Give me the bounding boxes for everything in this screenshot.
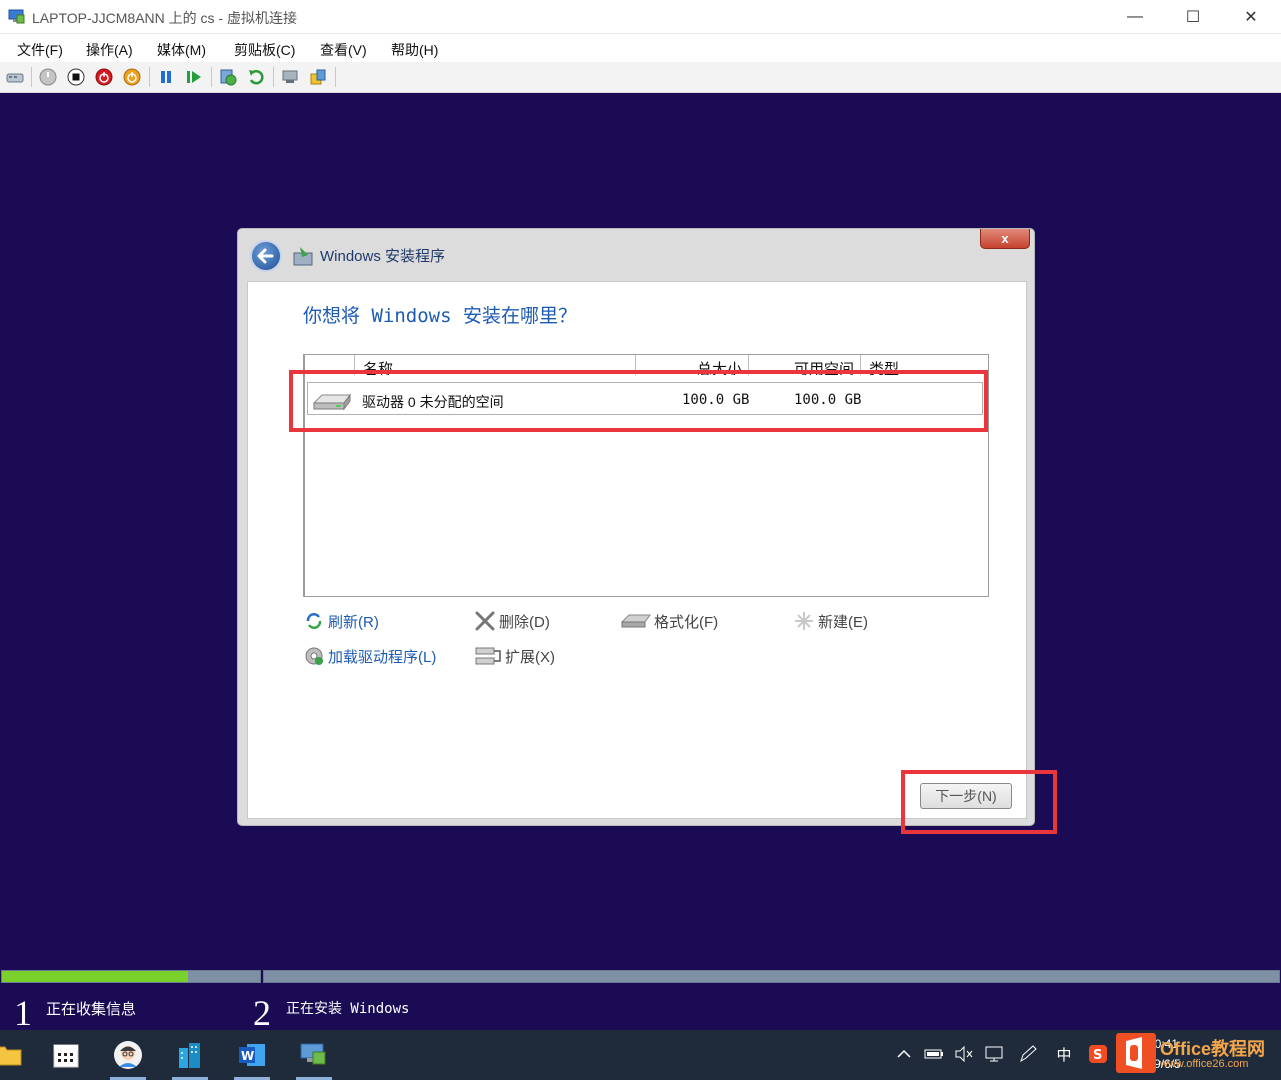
dialog-title: Windows 安装程序 — [320, 248, 446, 265]
svg-text:W: W — [241, 1049, 254, 1063]
taskbar-file-explorer[interactable] — [0, 1030, 34, 1080]
menu-clipboard[interactable]: 剪贴板(C) — [234, 40, 295, 60]
taskbar-avatar-app[interactable] — [102, 1030, 154, 1080]
revert-icon[interactable] — [247, 68, 265, 86]
taskbar-buildings-app[interactable] — [164, 1030, 216, 1080]
menu-view[interactable]: 查看(V) — [320, 40, 367, 60]
load-driver-button[interactable]: 加载驱动程序(L) — [303, 644, 436, 668]
highlight-next-button — [901, 770, 1057, 834]
dialog-close-button[interactable]: x — [980, 229, 1030, 249]
network-icon[interactable] — [982, 1042, 1006, 1066]
file-explorer-icon — [0, 1046, 22, 1066]
step2-number: 2 — [253, 993, 271, 1033]
progress-step2 — [263, 970, 1280, 983]
volume-muted-icon[interactable] — [952, 1042, 976, 1066]
sogou-input-icon[interactable]: S — [1086, 1042, 1110, 1066]
svg-text:S: S — [1093, 1048, 1102, 1063]
taskbar-word[interactable]: W — [226, 1030, 278, 1080]
ctrl-alt-del-icon[interactable] — [6, 68, 24, 86]
maximize-button[interactable]: ☐ — [1164, 0, 1222, 34]
save-icon[interactable] — [123, 68, 141, 86]
buildings-app-icon — [179, 1043, 200, 1068]
vm-connection-icon — [8, 9, 25, 24]
back-arrow-icon[interactable] — [250, 240, 282, 272]
new-icon — [795, 612, 813, 630]
office-logo-icon — [1116, 1033, 1156, 1073]
watermark-url: www.office26.com — [1160, 1058, 1249, 1070]
load-driver-icon — [305, 647, 323, 665]
window-titlebar: LAPTOP-JJCM8ANN 上的 cs - 虚拟机连接 — ☐ ✕ — [0, 0, 1281, 34]
taskbar-vm-connection[interactable] — [288, 1030, 340, 1080]
step2-label: 正在安装 Windows — [286, 1001, 410, 1017]
taskbar-calendar[interactable] — [40, 1030, 92, 1080]
menu-bar: 文件(F) 操作(A) 媒体(M) 剪贴板(C) 查看(V) 帮助(H) — [0, 34, 1281, 62]
refresh-button[interactable]: 刷新(R) — [303, 609, 379, 633]
menu-file[interactable]: 文件(F) — [17, 40, 63, 60]
page-heading: 你想将 Windows 安装在哪里？ — [303, 305, 577, 327]
close-button[interactable]: ✕ — [1222, 0, 1280, 34]
avatar-app-icon — [114, 1041, 142, 1069]
resume-icon[interactable] — [185, 68, 203, 86]
taskbar: W 中 S — [0, 1030, 1281, 1080]
dialog-content: 你想将 Windows 安装在哪里？ 名称 总大小 可用空间 类型 驱动器 0 … — [247, 281, 1027, 819]
extend-button[interactable]: 扩展(X) — [474, 644, 555, 668]
calendar-icon — [53, 1044, 79, 1068]
pause-icon[interactable] — [157, 68, 175, 86]
battery-icon[interactable] — [922, 1042, 946, 1066]
step1-label: 正在收集信息 — [46, 1001, 137, 1018]
menu-action[interactable]: 操作(A) — [86, 40, 133, 60]
extend-icon — [475, 647, 501, 665]
minimize-button[interactable]: — — [1106, 0, 1164, 34]
step1-number: 1 — [14, 993, 32, 1033]
enhanced-session-icon[interactable] — [281, 68, 299, 86]
tray-chevron-up-icon[interactable] — [893, 1042, 915, 1066]
pen-icon[interactable] — [1016, 1042, 1040, 1066]
checkpoint-icon[interactable] — [219, 68, 237, 86]
start-icon[interactable] — [39, 68, 57, 86]
delete-button[interactable]: 删除(D) — [474, 609, 550, 633]
watermark: Office教程网 www.office26.com — [1116, 1031, 1276, 1077]
window-title: LAPTOP-JJCM8ANN 上的 cs - 虚拟机连接 — [32, 10, 297, 26]
word-icon: W — [239, 1044, 265, 1066]
turn-off-icon[interactable] — [67, 68, 85, 86]
ime-indicator[interactable]: 中 — [1052, 1042, 1076, 1066]
new-button[interactable]: 新建(E) — [793, 609, 868, 633]
refresh-icon — [306, 613, 322, 629]
shutdown-icon[interactable] — [95, 68, 113, 86]
delete-icon — [475, 611, 495, 631]
setup-dialog: x Windows 安装程序 你想将 Windows 安装在哪里？ 名称 总大小… — [237, 228, 1035, 826]
share-icon[interactable] — [309, 68, 327, 86]
format-button[interactable]: 格式化(F) — [621, 609, 718, 633]
toolbar — [0, 62, 1281, 93]
format-drive-icon — [621, 614, 651, 628]
progress-step1 — [1, 970, 261, 983]
setup-icon — [293, 247, 313, 266]
vm-connection-icon — [300, 1043, 326, 1065]
menu-media[interactable]: 媒体(M) — [157, 40, 206, 60]
menu-help[interactable]: 帮助(H) — [391, 40, 438, 60]
highlight-disk-row — [289, 370, 988, 432]
progress-step1-fill — [2, 971, 188, 982]
